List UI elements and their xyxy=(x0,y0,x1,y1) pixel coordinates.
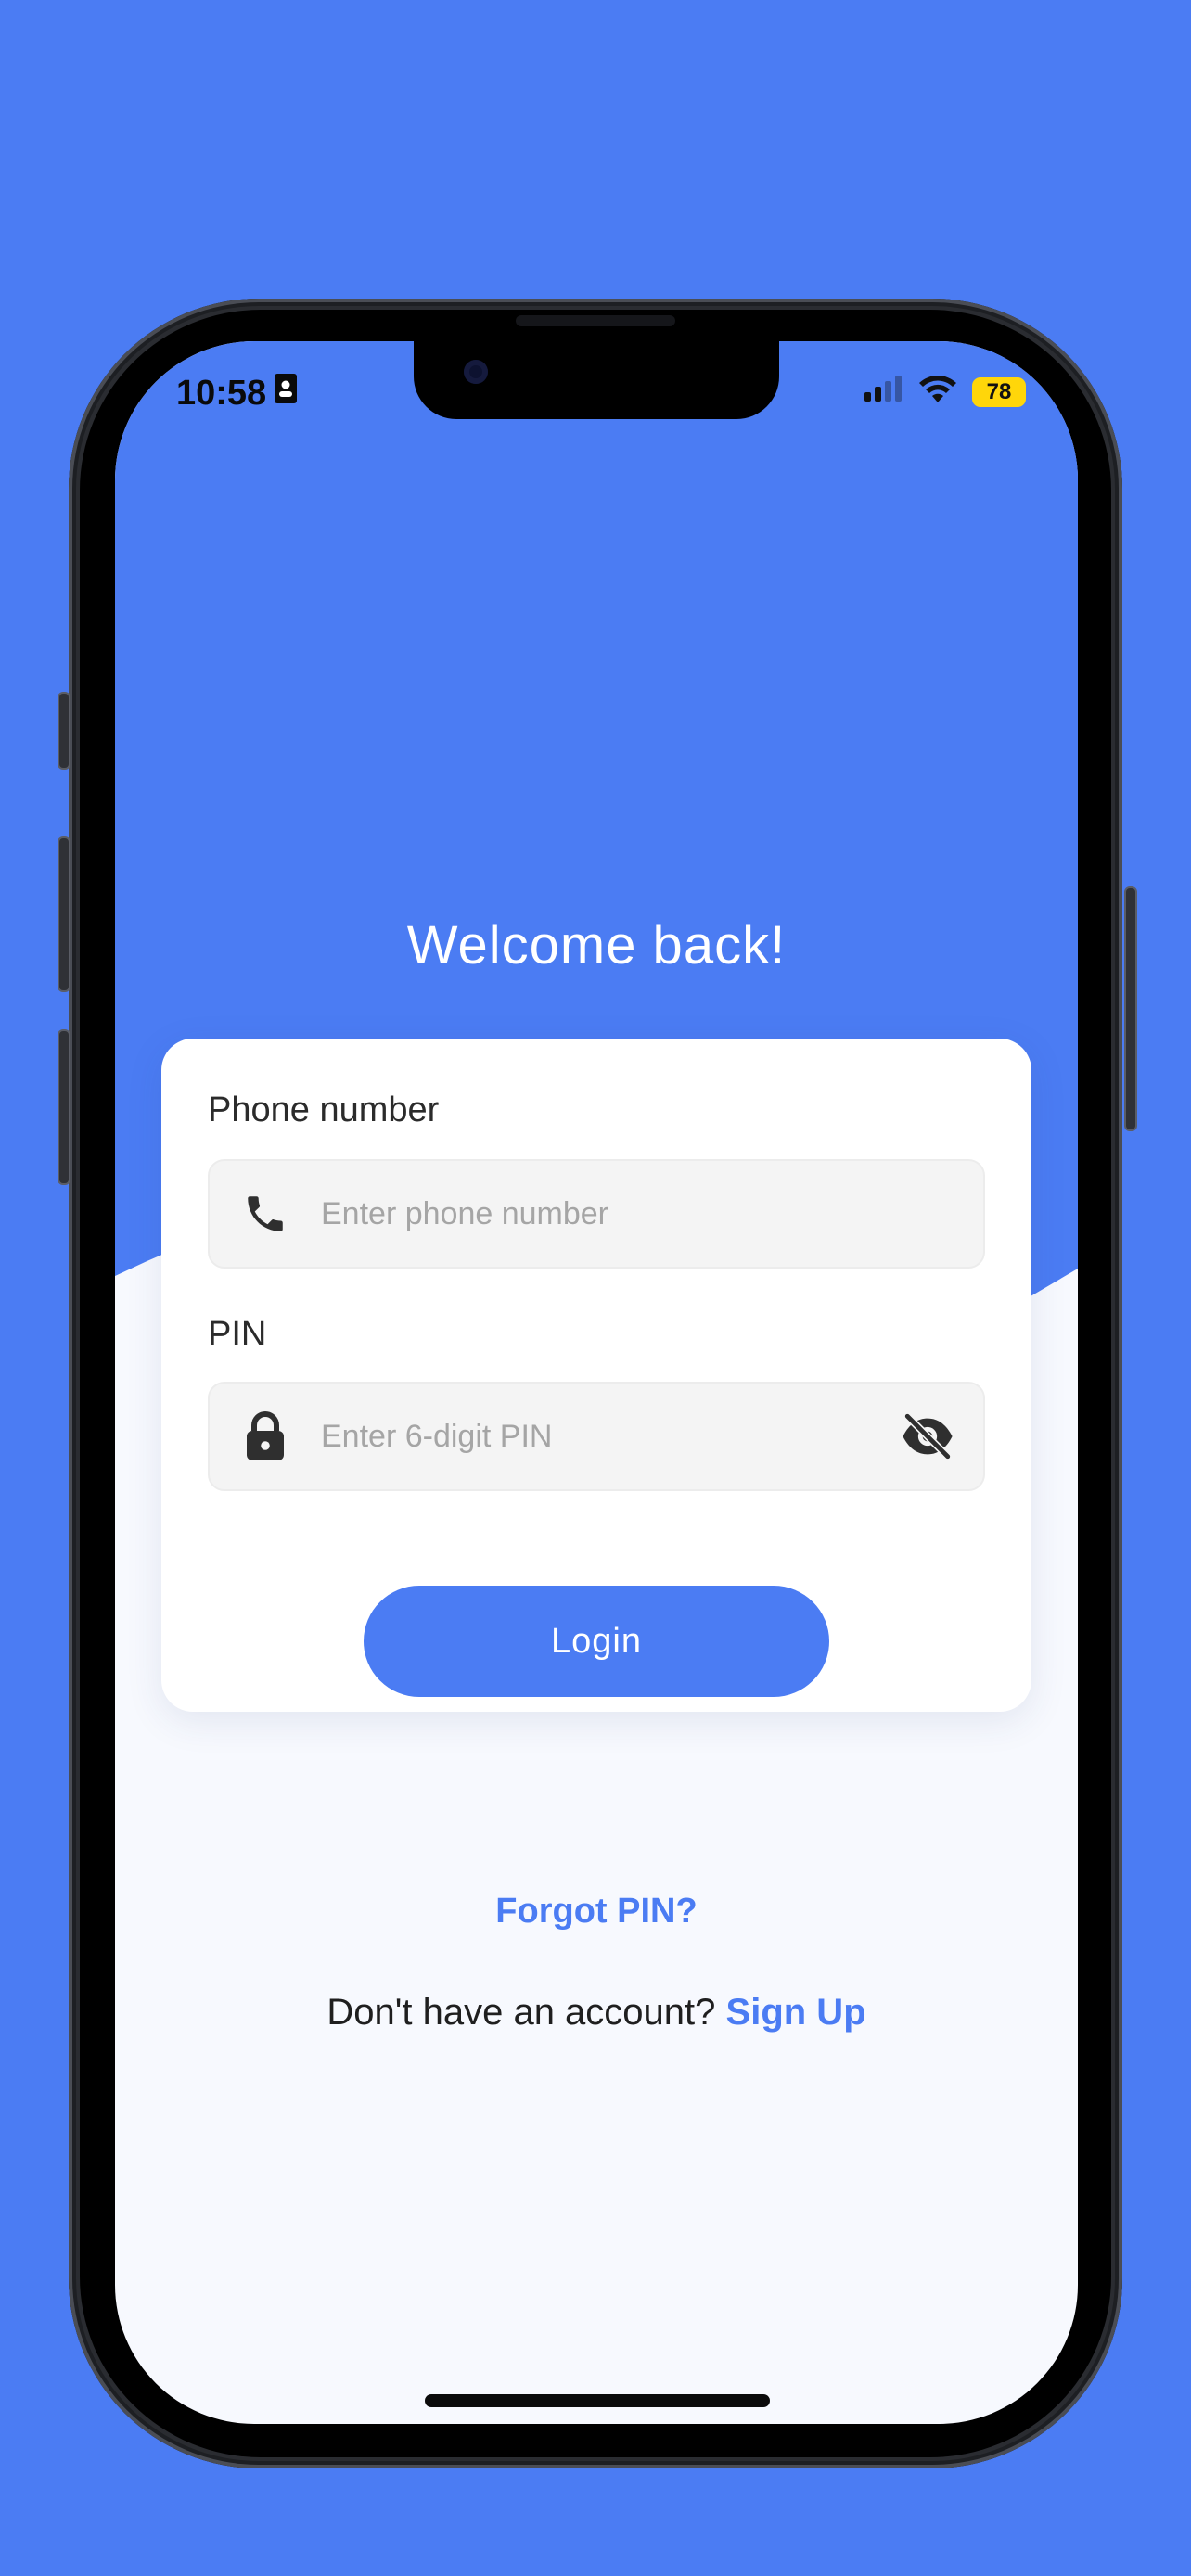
notch xyxy=(414,341,779,419)
signup-row: Don't have an account? Sign Up xyxy=(115,1992,1078,2034)
cellular-signal-icon xyxy=(863,376,903,408)
front-camera xyxy=(464,360,488,384)
silent-switch xyxy=(58,692,70,770)
volume-up-button xyxy=(58,836,70,992)
signup-prompt: Don't have an account? xyxy=(327,1992,716,2033)
volume-down-button xyxy=(58,1029,70,1185)
eye-off-icon[interactable] xyxy=(898,1407,957,1466)
phone-number-input[interactable]: Enter phone number xyxy=(208,1159,985,1269)
phone-number-label: Phone number xyxy=(208,1090,440,1129)
pin-input[interactable]: Enter 6-digit PIN xyxy=(208,1382,985,1491)
login-card: Phone number Enter phone number PIN Ente… xyxy=(161,1039,1031,1712)
contact-card-icon xyxy=(274,373,298,414)
home-indicator[interactable] xyxy=(425,2394,770,2407)
power-button xyxy=(1124,886,1137,1131)
earpiece-speaker xyxy=(516,315,675,326)
status-time-text: 10:58 xyxy=(176,373,267,413)
phone-screen: 10:58 78 Welcome back! Phone number Ente… xyxy=(115,341,1078,2424)
forgot-pin-link[interactable]: Forgot PIN? xyxy=(115,1892,1078,1932)
page-title: Welcome back! xyxy=(406,915,787,976)
lock-icon xyxy=(237,1409,293,1464)
phone-icon xyxy=(237,1186,293,1242)
wifi-icon xyxy=(918,375,957,409)
status-icons: 78 xyxy=(863,375,1033,409)
phone-number-placeholder: Enter phone number xyxy=(321,1195,608,1231)
signup-link[interactable]: Sign Up xyxy=(726,1992,866,2033)
battery-indicator: 78 xyxy=(972,376,1033,407)
pin-placeholder: Enter 6-digit PIN xyxy=(321,1418,553,1454)
login-button[interactable]: Login xyxy=(364,1586,829,1697)
pin-label: PIN xyxy=(208,1315,267,1354)
status-time: 10:58 xyxy=(176,373,298,414)
